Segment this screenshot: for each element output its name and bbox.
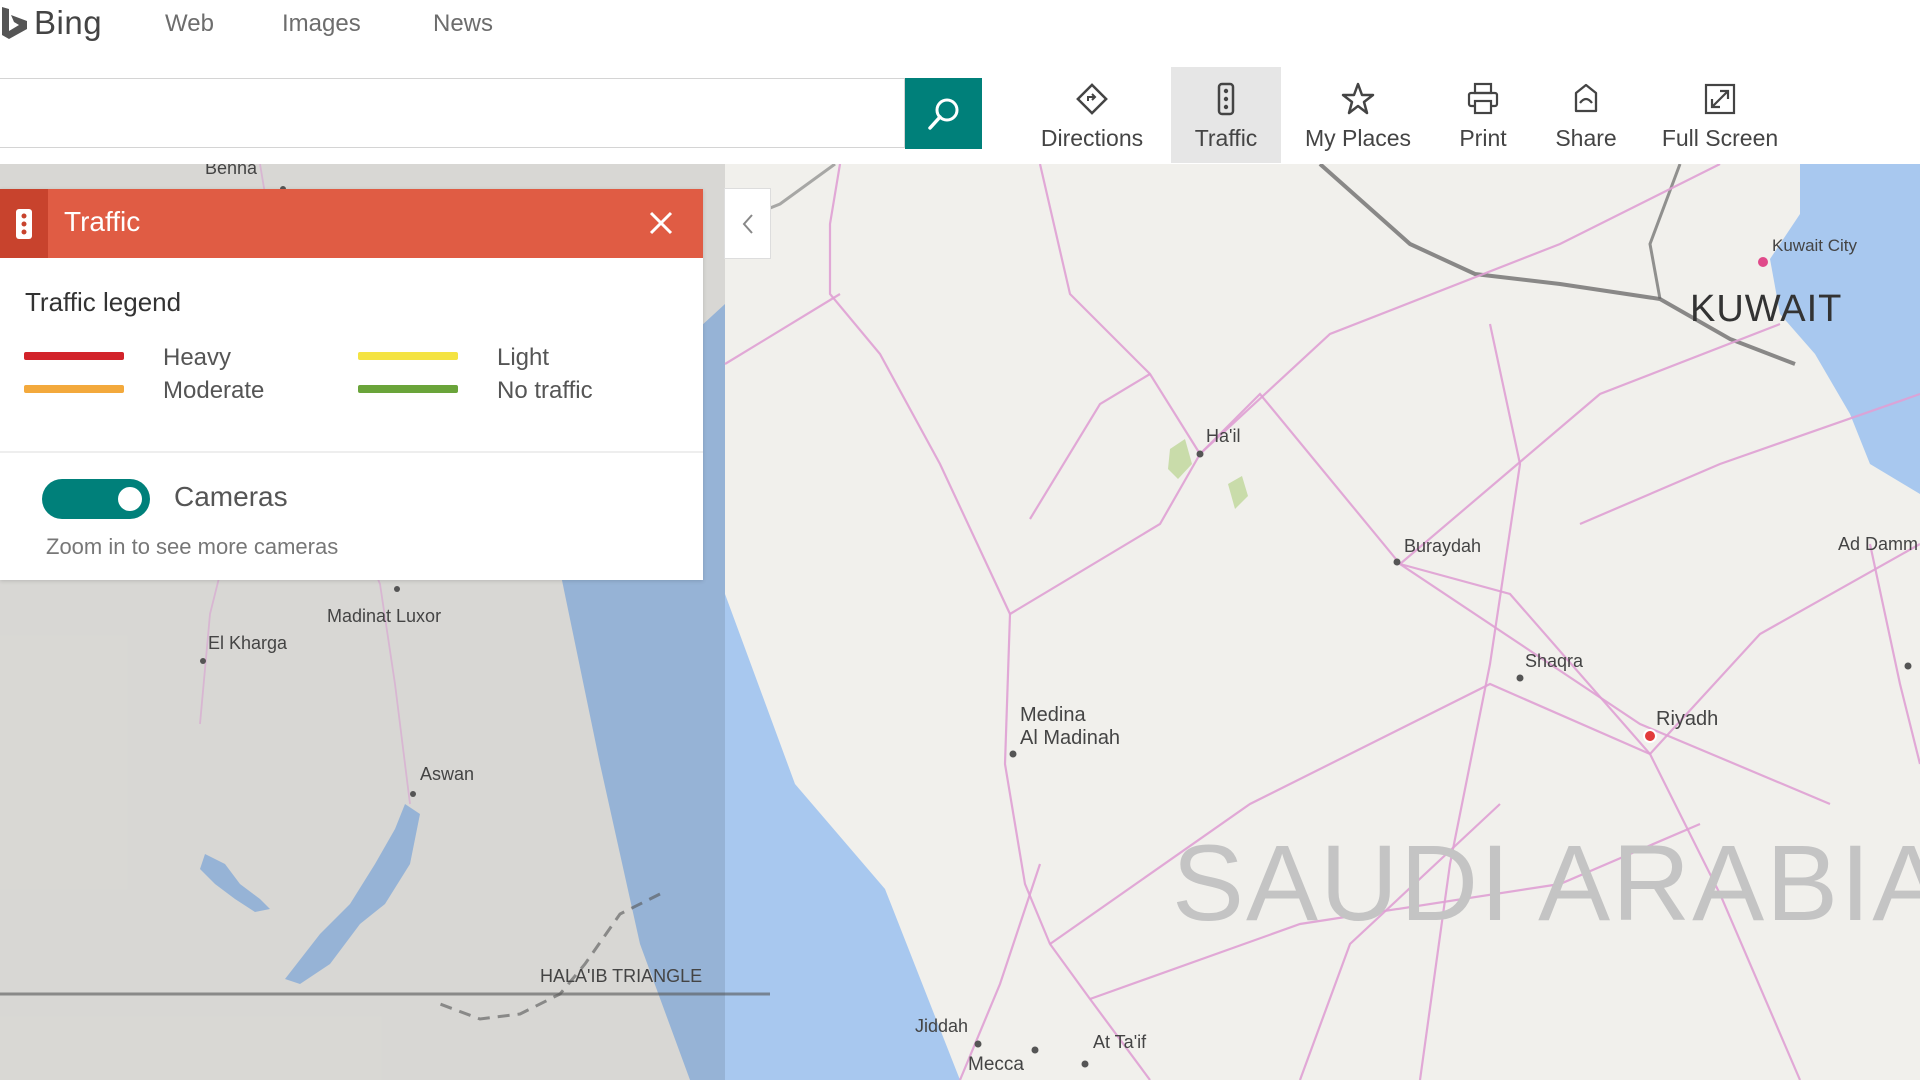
print-label: Print — [1459, 125, 1507, 151]
search-input[interactable] — [0, 79, 896, 147]
nav-link-news[interactable]: News — [433, 10, 493, 38]
legend-label-light: Light — [497, 344, 550, 371]
directions-icon — [1076, 83, 1108, 115]
cameras-toggle[interactable] — [42, 479, 150, 519]
my-places-button[interactable]: My Places — [1298, 67, 1418, 163]
traffic-label: Traffic — [1194, 125, 1258, 151]
city-label-madinat-luxor: Madinat Luxor — [327, 606, 442, 626]
full-screen-button[interactable]: Full Screen — [1655, 67, 1785, 163]
legend-swatch-light — [358, 352, 458, 360]
city-label-medina: Medina — [1020, 704, 1086, 726]
chevron-left-icon — [742, 213, 753, 234]
traffic-icon — [1217, 82, 1235, 116]
legend-label-moderate: Moderate — [163, 377, 265, 404]
toggle-knob — [118, 487, 142, 511]
city-label-shaqra: Shaqra — [1525, 651, 1584, 671]
legend-swatch-no-traffic — [358, 385, 458, 393]
city-label-riyadh: Riyadh — [1656, 708, 1719, 730]
share-icon — [1574, 83, 1598, 113]
collapse-panel-button[interactable] — [724, 188, 771, 259]
city-label-mecca: Mecca — [968, 1054, 1024, 1075]
close-icon[interactable] — [645, 207, 677, 239]
city-label-buraydah: Buraydah — [1404, 536, 1482, 556]
print-button[interactable]: Print — [1450, 67, 1516, 163]
directions-button[interactable]: Directions — [1031, 67, 1153, 163]
city-label-kuwait-city: Kuwait City — [1772, 236, 1858, 255]
legend-swatch-moderate — [24, 385, 124, 393]
share-button[interactable]: Share — [1548, 67, 1624, 163]
star-icon — [1341, 82, 1375, 115]
traffic-button[interactable]: Traffic — [1171, 67, 1281, 163]
bing-logo[interactable]: Bing — [0, 0, 102, 46]
nav-link-images[interactable]: Images — [282, 10, 361, 38]
traffic-panel-header: Traffic — [0, 189, 703, 258]
my-places-label: My Places — [1304, 125, 1412, 151]
region-label-halaib-triangle: HALA'IB TRIANGLE — [540, 966, 703, 986]
country-label-saudi-arabia: SAUDI ARABIA — [1172, 822, 1920, 943]
brand-name: Bing — [34, 4, 103, 41]
city-label-at-taif: At Ta'if — [1093, 1032, 1147, 1052]
panel-divider — [0, 451, 703, 453]
traffic-panel-icon-box — [0, 189, 48, 258]
city-label-benha: Benha — [205, 164, 258, 178]
city-label-aswan: Aswan — [420, 764, 475, 784]
city-label-hail: Ha'il — [1206, 426, 1241, 446]
search-button[interactable] — [905, 78, 982, 149]
full-screen-label: Full Screen — [1661, 125, 1779, 151]
nav-link-web[interactable]: Web — [165, 10, 214, 38]
country-label-kuwait: KUWAIT — [1690, 288, 1843, 330]
cameras-hint: Zoom in to see more cameras — [46, 534, 339, 559]
top-navigation: Bing Web Images News — [0, 0, 1920, 58]
legend-label-no-traffic: No traffic — [497, 377, 593, 404]
traffic-legend-title: Traffic legend — [25, 287, 182, 317]
search-box — [0, 78, 905, 148]
cameras-label: Cameras — [174, 481, 288, 512]
city-label-jiddah: Jiddah — [915, 1016, 969, 1036]
bing-logo-icon — [2, 7, 27, 39]
city-label-ad-damm: Ad Damm — [1838, 534, 1919, 554]
map-toolbar: Directions Traffic My Places Print Share… — [0, 58, 1920, 164]
traffic-light-icon — [16, 208, 32, 239]
city-label-el-kharga: El Kharga — [208, 633, 288, 653]
print-icon — [1467, 82, 1499, 115]
traffic-panel-title: Traffic — [64, 206, 141, 237]
full-screen-icon — [1704, 83, 1736, 115]
traffic-panel: Traffic Traffic legend Heavy Light Moder… — [0, 189, 703, 580]
share-label: Share — [1555, 125, 1617, 151]
search-icon — [927, 98, 958, 130]
legend-label-heavy: Heavy — [163, 344, 232, 371]
city-label-al-madinah: Al Madinah — [1020, 727, 1121, 749]
legend-swatch-heavy — [24, 352, 124, 360]
directions-label: Directions — [1040, 125, 1144, 151]
